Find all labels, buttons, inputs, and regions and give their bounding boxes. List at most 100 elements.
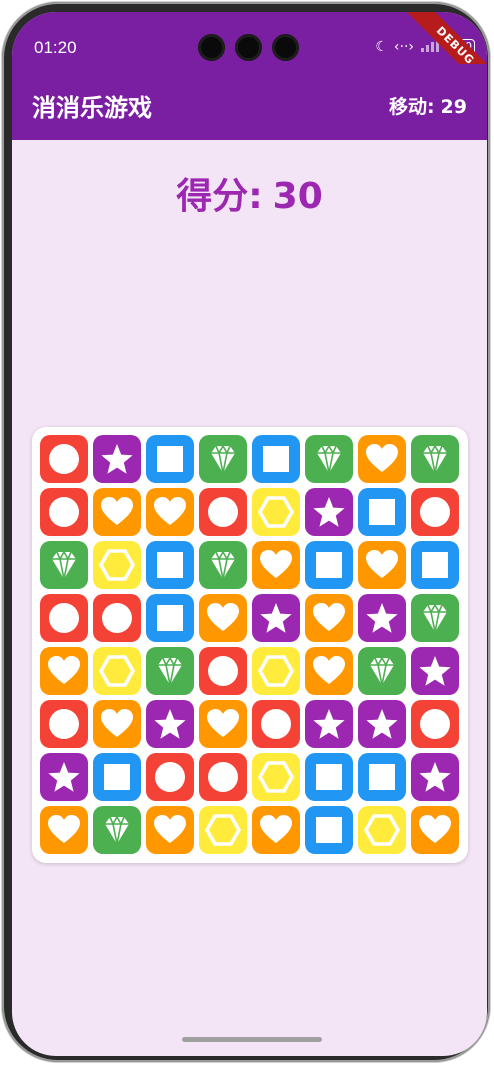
tile-square[interactable]	[252, 435, 300, 483]
tile-star[interactable]	[411, 647, 459, 695]
tile-circle[interactable]	[411, 700, 459, 748]
tile-star[interactable]	[358, 700, 406, 748]
moon-icon: ☾	[375, 39, 388, 55]
tile-square[interactable]	[146, 435, 194, 483]
tile-heart[interactable]	[305, 594, 353, 642]
square-icon	[316, 817, 342, 843]
heart-icon	[154, 497, 186, 525]
tile-star[interactable]	[93, 435, 141, 483]
tile-diamond[interactable]	[146, 647, 194, 695]
star-icon	[366, 709, 398, 739]
home-indicator[interactable]	[182, 1037, 322, 1042]
tile-circle[interactable]	[40, 594, 88, 642]
tile-diamond[interactable]	[411, 594, 459, 642]
tile-diamond[interactable]	[93, 806, 141, 854]
hexagon-icon	[258, 655, 294, 687]
tile-square[interactable]	[93, 753, 141, 801]
tile-diamond[interactable]	[411, 435, 459, 483]
tile-star[interactable]	[252, 594, 300, 642]
diamond-icon	[370, 656, 394, 686]
tile-star[interactable]	[305, 488, 353, 536]
tile-heart[interactable]	[146, 488, 194, 536]
star-icon	[366, 603, 398, 633]
tile-star[interactable]	[40, 753, 88, 801]
tile-diamond[interactable]	[358, 647, 406, 695]
heart-icon	[260, 550, 292, 578]
tile-square[interactable]	[146, 541, 194, 589]
tile-square[interactable]	[305, 806, 353, 854]
tile-heart[interactable]	[146, 806, 194, 854]
tile-diamond[interactable]	[305, 435, 353, 483]
circle-icon	[49, 497, 79, 527]
tile-hexagon[interactable]	[199, 806, 247, 854]
tile-star[interactable]	[411, 753, 459, 801]
square-icon	[263, 446, 289, 472]
tile-square[interactable]	[305, 541, 353, 589]
tile-star[interactable]	[146, 700, 194, 748]
phone-frame: 01:20 ☾ ‹··› 100 DEBUG 消消乐游戏 移动:29 得分:30	[2, 2, 490, 1062]
tile-circle[interactable]	[146, 753, 194, 801]
tile-heart[interactable]	[411, 806, 459, 854]
tile-heart[interactable]	[40, 647, 88, 695]
moves-counter: 移动: 29	[389, 92, 467, 119]
tile-circle[interactable]	[411, 488, 459, 536]
tile-hexagon[interactable]	[358, 806, 406, 854]
tile-square[interactable]	[411, 541, 459, 589]
tile-heart[interactable]	[93, 700, 141, 748]
tile-circle[interactable]	[199, 488, 247, 536]
diamond-icon	[211, 550, 235, 580]
moves-value: 29	[440, 96, 467, 118]
tile-diamond[interactable]	[199, 541, 247, 589]
tile-hexagon[interactable]	[252, 488, 300, 536]
heart-icon	[313, 603, 345, 631]
circle-icon	[420, 709, 450, 739]
star-icon	[313, 497, 345, 527]
star-icon	[101, 444, 133, 474]
tile-star[interactable]	[305, 700, 353, 748]
status-bar: 01:20 ☾ ‹··› 100 DEBUG	[12, 12, 487, 103]
tile-heart[interactable]	[252, 541, 300, 589]
tile-circle[interactable]	[93, 594, 141, 642]
hexagon-icon	[205, 814, 241, 846]
tile-square[interactable]	[358, 753, 406, 801]
heart-icon	[101, 497, 133, 525]
star-icon	[260, 603, 292, 633]
tile-square[interactable]	[146, 594, 194, 642]
tile-circle[interactable]	[40, 700, 88, 748]
tile-circle[interactable]	[40, 435, 88, 483]
circle-icon	[155, 762, 185, 792]
tile-hexagon[interactable]	[252, 647, 300, 695]
tile-heart[interactable]	[40, 806, 88, 854]
moves-label: 移动:	[388, 96, 435, 118]
tile-heart[interactable]	[93, 488, 141, 536]
tile-circle[interactable]	[40, 488, 88, 536]
square-icon	[316, 764, 342, 790]
status-time: 01:20	[34, 38, 77, 57]
tile-circle[interactable]	[252, 700, 300, 748]
tile-star[interactable]	[358, 594, 406, 642]
tile-hexagon[interactable]	[93, 647, 141, 695]
screen: 01:20 ☾ ‹··› 100 DEBUG 消消乐游戏 移动:29 得分:30	[12, 12, 487, 1056]
tile-heart[interactable]	[358, 435, 406, 483]
tile-square[interactable]	[358, 488, 406, 536]
tile-heart[interactable]	[199, 594, 247, 642]
tile-diamond[interactable]	[199, 435, 247, 483]
tile-hexagon[interactable]	[252, 753, 300, 801]
heart-icon	[260, 815, 292, 843]
tile-diamond[interactable]	[40, 541, 88, 589]
square-icon	[157, 605, 183, 631]
diamond-icon	[211, 444, 235, 474]
hexagon-icon	[364, 814, 400, 846]
tile-heart[interactable]	[305, 647, 353, 695]
hexagon-icon	[99, 655, 135, 687]
circle-icon	[261, 709, 291, 739]
tile-hexagon[interactable]	[93, 541, 141, 589]
tile-heart[interactable]	[252, 806, 300, 854]
tile-circle[interactable]	[199, 753, 247, 801]
tile-square[interactable]	[305, 753, 353, 801]
tile-heart[interactable]	[358, 541, 406, 589]
tile-grid	[40, 435, 459, 854]
tile-heart[interactable]	[199, 700, 247, 748]
tile-circle[interactable]	[199, 647, 247, 695]
data-transfer-icon: ‹··›	[393, 39, 414, 55]
